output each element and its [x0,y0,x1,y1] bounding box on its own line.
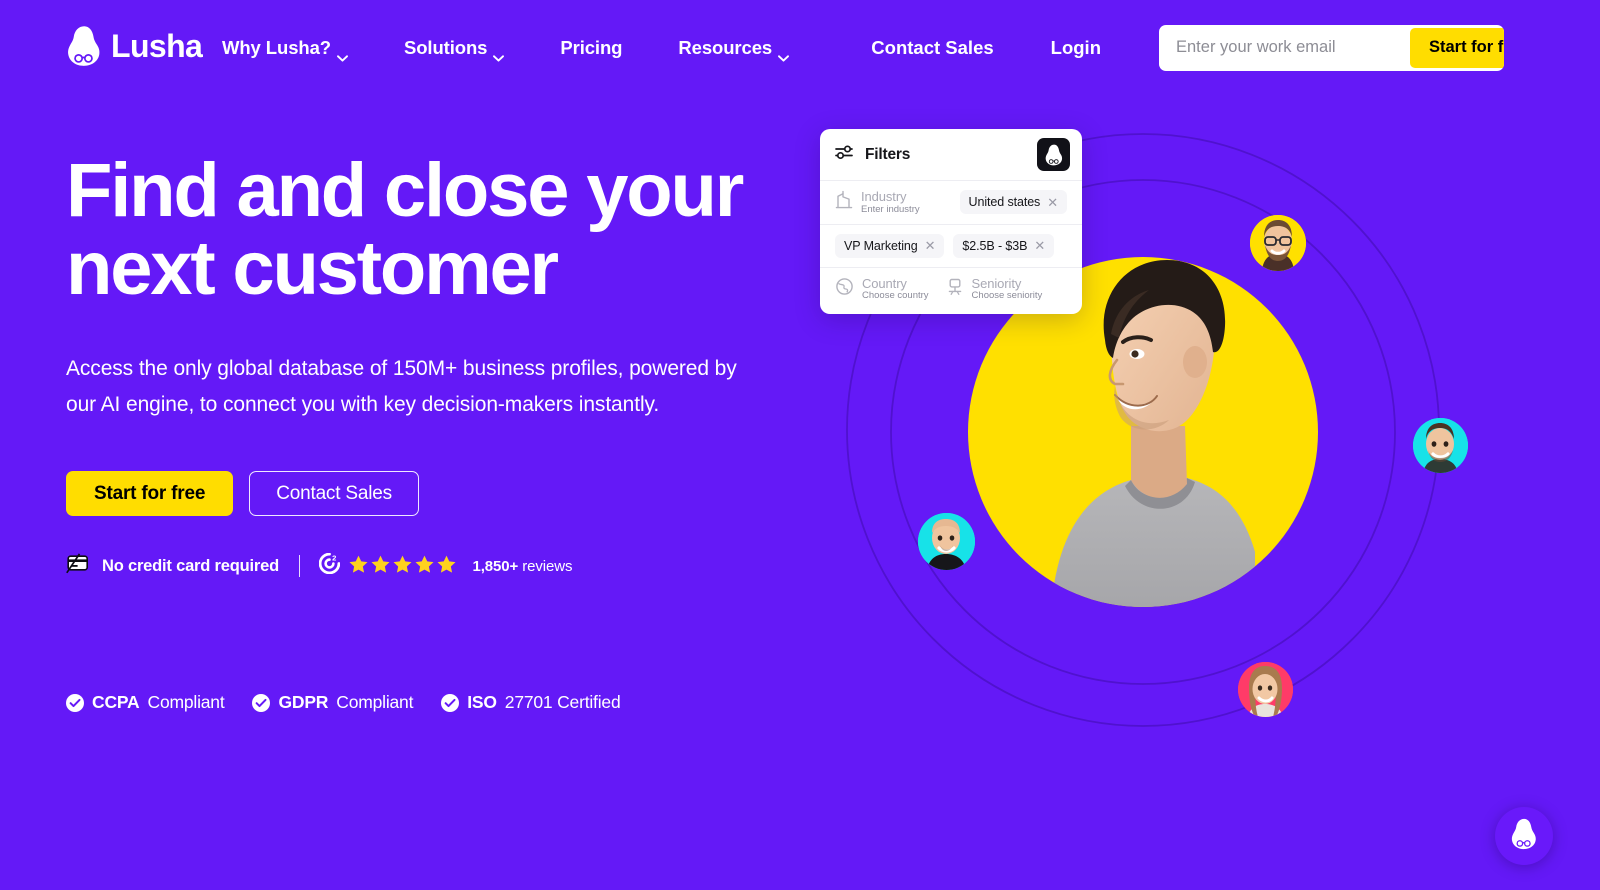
filter-label-block: Seniority Choose seniority [971,275,1043,302]
hero-cta-row: Start for free Contact Sales [66,471,826,516]
seniority-chair-icon [946,277,964,301]
compliance-badges: CCPA Compliant GDPR Compliant ISO 27701 … [66,692,621,713]
filter-hint: Choose country [862,290,929,302]
compliance-name: GDPR [278,692,329,712]
svg-text:2: 2 [333,553,337,562]
credit-card-slash-icon [66,553,92,579]
reviews-count: 1,850+ [472,557,519,575]
check-circle-icon [66,693,84,712]
nav-right-group: Contact Sales Login Start for free [871,0,1504,95]
avatar-smiling-man-cyan [1413,418,1468,473]
star-rating [349,555,456,578]
hero-title-line-2: next customer [66,226,559,311]
hero-start-for-free-button[interactable]: Start for free [66,471,234,516]
nav-contact-sales-link[interactable]: Contact Sales [871,37,993,59]
lusha-chat-bubble-icon [1510,818,1538,855]
trust-divider [298,555,301,577]
avatar-bearded-man-glasses [1250,215,1306,271]
filter-row-country-seniority: Country Choose country Seniority Choose … [820,268,1082,311]
filters-card: Filters Industry Enter industry United s… [820,129,1082,315]
filter-row-chips: VP Marketing ✕ $2.5B - $3B ✕ [820,225,1082,268]
nav-login-link[interactable]: Login [1051,37,1101,59]
chat-launcher-button[interactable] [1495,807,1553,865]
g2-rating-block: 2 1,850+ reviews [319,552,572,579]
work-email-input[interactable] [1162,27,1410,68]
lusha-ghost-glasses-icon [66,25,102,67]
g2-logo-icon: 2 [319,552,341,579]
filter-hint: Choose seniority [971,290,1043,302]
filter-chip-revenue-range[interactable]: $2.5B - $3B ✕ [953,233,1055,258]
star-icon [349,555,368,578]
nav-item-why-lusha[interactable]: Why Lusha? [222,29,348,67]
trust-row: No credit card required 2 1,850+ reviews [66,552,826,579]
globe-icon [835,277,854,301]
page-title: Find and close your next customer [66,152,766,308]
compliance-item-ccpa: CCPA Compliant [66,692,225,713]
filter-chip-vp-marketing[interactable]: VP Marketing ✕ [835,233,945,258]
filter-label: Industry [861,189,907,204]
nav-item-label: Resources [678,36,773,58]
chevron-down-icon [778,45,790,62]
compliance-name: ISO [467,692,497,712]
star-icon [437,555,456,578]
avatar-bald-man-cyan [918,513,975,570]
check-circle-icon [252,693,271,712]
compliance-name: CCPA [92,692,140,712]
chevron-down-icon [493,45,505,62]
filter-label: Country [862,275,907,291]
nav-item-label: Solutions [403,36,488,58]
lusha-logo[interactable]: Lusha [66,25,203,67]
filter-row-industry: Industry Enter industry United states ✕ [820,181,1082,225]
logo-wordmark: Lusha [111,28,203,64]
nav-item-pricing[interactable]: Pricing [560,29,622,67]
check-circle-icon [441,693,460,712]
chevron-down-icon [337,45,348,62]
filter-label-block: Country Choose country [862,275,929,302]
avatar-woman-pink [1238,662,1293,717]
nav-item-solutions[interactable]: Solutions [403,29,505,67]
compliance-suffix: Compliant [336,692,414,712]
reviews-count-label: 1,850+ reviews [472,558,572,575]
chip-label: United states [968,195,1041,210]
compliance-suffix: Compliant [147,692,225,712]
no-credit-card-badge: No credit card required [66,553,279,579]
filter-field-industry[interactable]: Industry Enter industry [835,190,920,215]
hero-subtitle: Access the only global database of 150M+… [66,357,737,416]
filter-field-seniority[interactable]: Seniority Choose seniority [946,275,1043,302]
filters-card-title: Filters [865,145,911,163]
top-navigation-bar: Lusha Why Lusha? Solutions Pricing Resou… [0,0,1600,95]
compliance-item-gdpr: GDPR Compliant [252,692,413,713]
star-icon [415,555,434,578]
compliance-item-iso: ISO 27701 Certified [441,692,621,713]
nav-item-label: Why Lusha? [222,36,331,58]
chip-label: VP Marketing [844,238,918,253]
filter-label-block: Industry Enter industry [861,190,920,215]
nav-start-for-free-button[interactable]: Start for free [1410,27,1504,68]
filters-sliders-icon [835,144,854,165]
chip-remove-icon[interactable]: ✕ [925,239,936,252]
landing-page: Lusha Why Lusha? Solutions Pricing Resou… [0,0,1600,890]
chip-remove-icon[interactable]: ✕ [1047,196,1058,209]
industry-building-icon [835,190,853,214]
chip-remove-icon[interactable]: ✕ [1034,239,1045,252]
email-signup-capsule: Start for free [1159,24,1504,71]
hero-contact-sales-button[interactable]: Contact Sales [249,471,419,516]
star-icon [393,555,412,578]
chip-label: $2.5B - $3B [962,238,1028,253]
compliance-suffix: 27701 Certified [504,692,621,712]
nav-links: Why Lusha? Solutions Pricing Resources [222,0,790,95]
filter-chip-united-states[interactable]: United states ✕ [959,190,1067,215]
hero-content: Find and close your next customer Access… [66,152,826,578]
filter-label: Seniority [971,275,1022,291]
no-credit-card-label: No credit card required [102,556,279,575]
nav-item-label: Pricing [560,36,623,58]
lusha-mark-dark-icon [1037,138,1070,171]
filter-field-country[interactable]: Country Choose country [835,275,929,302]
reviews-word: reviews [522,557,573,575]
filter-hint: Enter industry [861,203,920,215]
hero-title-line-1: Find and close your [66,148,744,233]
star-icon [371,555,390,578]
nav-item-resources[interactable]: Resources [678,29,790,67]
filters-card-header: Filters [820,129,1082,181]
